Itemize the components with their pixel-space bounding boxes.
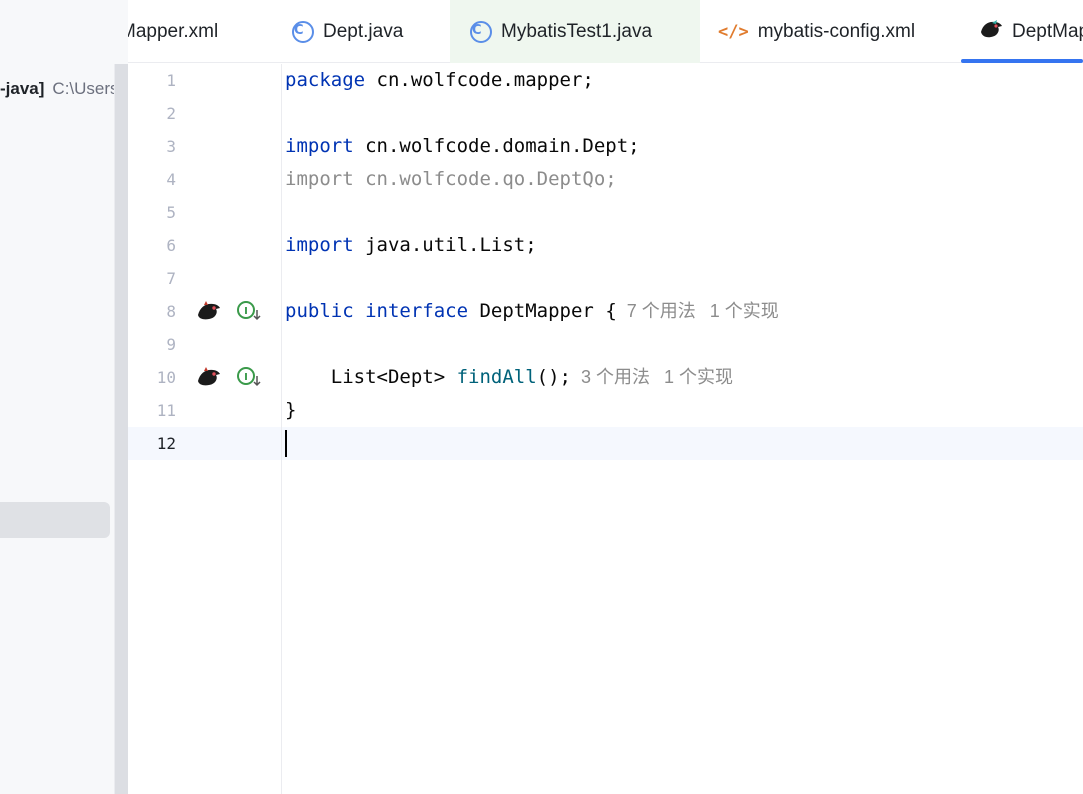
editor-tab-bar: Mapper.xml C Dept.java C MybatisTest1.ja… [128, 0, 1083, 63]
editor-gutter: 1 2 3 4 5 6 7 8 9 10 11 12 I I [128, 64, 282, 794]
mybatis-bird-icon [979, 18, 1003, 46]
keyword: package [285, 69, 366, 91]
method-name: findAll [456, 366, 537, 388]
code-line-10: List<Dept> findAll(); 3 个用法 1 个实现 [285, 361, 733, 394]
line-number: 1 [166, 71, 176, 90]
code-line-6: import java.util.List; [285, 229, 537, 262]
svg-text:I: I [244, 372, 248, 383]
tab-mapper-xml[interactable]: Mapper.xml [128, 0, 260, 63]
project-path: C:\Users\ [52, 79, 114, 98]
code-line-8: public interface DeptMapper { 7 个用法 1 个实现 [285, 295, 779, 328]
code-text: java.util.List; [353, 234, 537, 256]
line-number: 3 [166, 137, 176, 156]
project-panel: -java] C:\Users\ [0, 0, 128, 794]
code-line-11: } [285, 399, 297, 421]
code-text: List<Dept> [285, 366, 457, 388]
tab-mybatistest1-java[interactable]: C MybatisTest1.java [450, 0, 700, 63]
code-line-3: import cn.wolfcode.domain.Dept; [285, 130, 640, 163]
tab-label: Mapper.xml [128, 20, 219, 42]
mybatis-mapper-icon[interactable] [196, 300, 222, 322]
keyword: import [285, 234, 354, 256]
tab-label: MybatisTest1.java [501, 20, 653, 42]
mybatis-statement-icon[interactable] [196, 366, 222, 388]
implementations-inlay-hint[interactable]: 1 个实现 [710, 301, 779, 321]
line-number: 4 [166, 170, 176, 189]
class-icon: C [470, 20, 492, 43]
class-icon: C [292, 20, 314, 43]
line-number-current: 12 [156, 434, 176, 453]
implementations-inlay-hint[interactable]: 1 个实现 [664, 367, 733, 387]
tab-label: DeptMap [1012, 20, 1083, 42]
project-root-row[interactable]: -java] C:\Users\ [0, 74, 114, 104]
line-number: 6 [166, 236, 176, 255]
tab-label: mybatis-config.xml [757, 20, 916, 42]
line-number: 7 [166, 269, 176, 288]
project-panel-scrollbar[interactable] [114, 64, 128, 794]
tab-mybatis-config-xml[interactable]: </> mybatis-config.xml [718, 0, 958, 63]
implemented-by-icon[interactable]: I [236, 299, 262, 323]
svg-text:I: I [244, 306, 248, 317]
keyword: public [285, 300, 354, 322]
code-text: (); [536, 366, 571, 388]
keyword: import [285, 135, 354, 157]
xml-file-icon: </> [718, 21, 749, 42]
line-number: 10 [156, 368, 176, 387]
tab-deptmapper-java[interactable]: DeptMap [961, 0, 1083, 63]
line-number: 2 [166, 104, 176, 123]
code-text: cn.wolfcode.mapper; [365, 69, 594, 91]
usages-inlay-hint[interactable]: 3 个用法 [581, 367, 650, 387]
implemented-by-icon[interactable]: I [236, 365, 262, 389]
line-number: 8 [166, 302, 176, 321]
line-number: 5 [166, 203, 176, 222]
line-number: 11 [156, 401, 176, 420]
code-editor[interactable]: 1 2 3 4 5 6 7 8 9 10 11 12 I I package c… [128, 64, 1083, 794]
code-line-1: package cn.wolfcode.mapper; [285, 64, 594, 97]
keyword: interface [365, 300, 469, 322]
project-tree-selected-row[interactable] [0, 502, 110, 538]
tab-dept-java[interactable]: C Dept.java [292, 0, 452, 63]
usages-inlay-hint[interactable]: 7 个用法 [627, 301, 696, 321]
line-number: 9 [166, 335, 176, 354]
code-text: DeptMapper { [468, 300, 617, 322]
tab-label: Dept.java [323, 20, 404, 42]
code-text: cn.wolfcode.domain.Dept; [353, 135, 640, 157]
code-line-4-unused-import: import cn.wolfcode.qo.DeptQo; [285, 168, 617, 190]
project-name: -java] [0, 79, 45, 98]
text-caret [285, 430, 287, 457]
